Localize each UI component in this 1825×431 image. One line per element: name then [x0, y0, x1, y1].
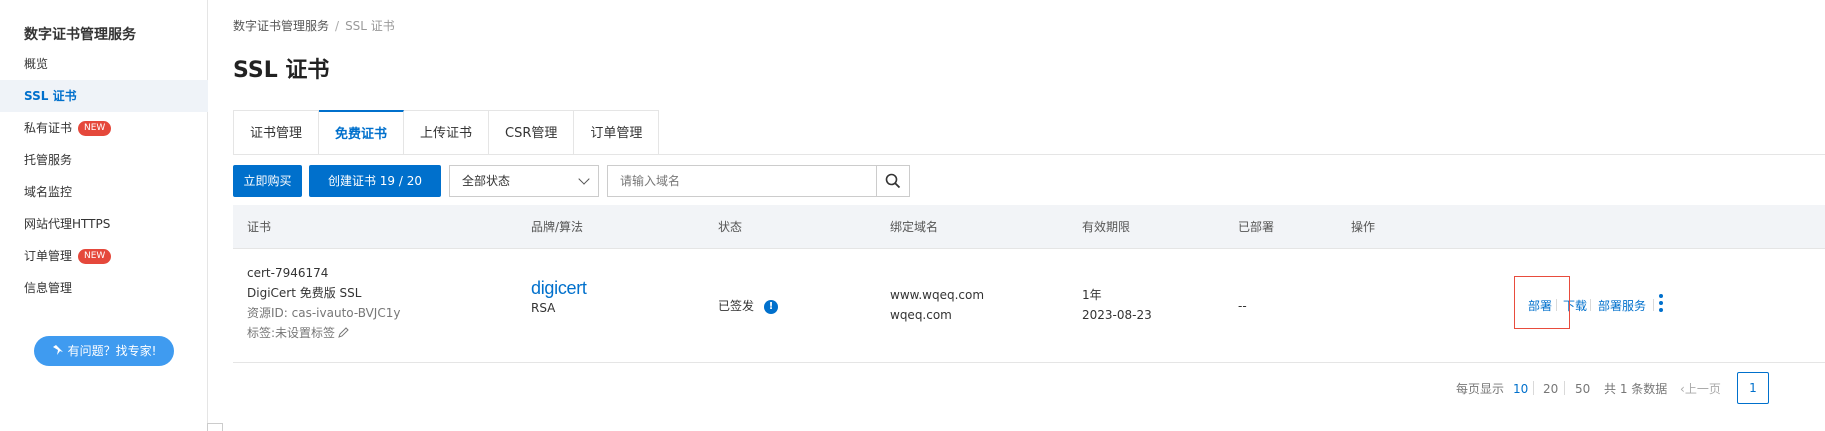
- ask-expert-label: 有问题？找专家!: [67, 344, 157, 358]
- sidebar-item-label: 私有证书: [24, 121, 73, 135]
- brand-name: digicert: [531, 278, 587, 298]
- column-header: 品牌/算法: [531, 220, 584, 234]
- pencil-icon[interactable]: [338, 327, 349, 338]
- tab-csr-management[interactable]: CSR管理: [489, 110, 575, 155]
- status-select[interactable]: 全部状态: [449, 165, 599, 197]
- page-size-option[interactable]: 50: [1575, 382, 1590, 396]
- tab-free-cert[interactable]: 免费证书: [319, 110, 405, 155]
- sidebar: 数字证书管理服务 概览 SSL 证书 私有证书 NEW 托管服务 域名监控 网站代…: [0, 0, 208, 431]
- sidebar-item-label: 托管服务: [24, 153, 73, 167]
- column-header: 状态: [718, 220, 743, 234]
- algorithm: RSA: [531, 301, 556, 315]
- resource-id: 资源ID: cas-ivauto-BVJC1y: [247, 306, 401, 320]
- hand-icon: [52, 345, 63, 355]
- more-vertical-icon[interactable]: [1659, 294, 1663, 314]
- tab-bar: 证书管理 免费证书 上传证书 CSR管理 订单管理: [233, 110, 660, 155]
- sidebar-item-overview[interactable]: 概览: [0, 48, 208, 80]
- sidebar-item-info-management[interactable]: 信息管理: [0, 272, 208, 304]
- action-divider: [1590, 299, 1591, 311]
- buy-now-button[interactable]: 立即购买: [233, 165, 302, 197]
- sidebar-item-orders[interactable]: 订单管理 NEW: [0, 240, 208, 272]
- search-icon: [885, 173, 901, 189]
- column-header: 操作: [1351, 220, 1376, 234]
- cert-name: DigiCert 免费版 SSL: [247, 286, 362, 300]
- page-size-option[interactable]: 10: [1513, 382, 1528, 396]
- action-divider: [1653, 299, 1654, 311]
- prev-page-button[interactable]: ‹上一页: [1680, 380, 1721, 397]
- sidebar-item-ssl-cert[interactable]: SSL 证书: [0, 80, 208, 112]
- tab-divider: [233, 154, 1825, 155]
- digicert-logo: digicert: [531, 278, 587, 298]
- create-cert-button[interactable]: 创建证书 19 / 20: [309, 165, 441, 197]
- deployed-cell: --: [1238, 299, 1247, 313]
- new-badge: NEW: [78, 249, 112, 264]
- sidebar-item-label: 概览: [24, 57, 49, 71]
- breadcrumb-current: SSL 证书: [345, 19, 395, 33]
- cert-cell: cert-7946174 DigiCert 免费版 SSL 资源ID: cas-…: [247, 263, 400, 343]
- validity-cell: 1年 2023-08-23: [1082, 285, 1152, 325]
- total-count: 共 1 条数据: [1604, 382, 1668, 396]
- ask-expert-button[interactable]: 有问题？找专家!: [34, 336, 174, 366]
- tags-label: 标签:未设置标签: [247, 326, 336, 340]
- expiry-date: 2023-08-23: [1082, 308, 1152, 322]
- prev-page-label: 上一页: [1684, 382, 1721, 396]
- column-header: 证书: [247, 220, 272, 234]
- status-text: 已签发: [718, 299, 755, 313]
- tab-order-management[interactable]: 订单管理: [574, 110, 660, 155]
- breadcrumb-root[interactable]: 数字证书管理服务: [233, 19, 329, 33]
- column-header: 绑定域名: [890, 220, 939, 234]
- chevron-down-icon: [578, 173, 590, 185]
- sidebar-item-label: SSL 证书: [24, 89, 77, 103]
- status-cell: 已签发!: [718, 296, 779, 316]
- breadcrumb: 数字证书管理服务 / SSL 证书: [233, 17, 395, 34]
- sidebar-item-label: 信息管理: [24, 281, 73, 295]
- cert-id: cert-7946174: [247, 266, 329, 280]
- sidebar-title: 数字证书管理服务: [24, 27, 136, 43]
- sidebar-item-label: 网站代理HTTPS: [24, 217, 111, 231]
- domains-cell: www.wqeq.com wqeq.com: [890, 285, 984, 325]
- sidebar-item-managed-service[interactable]: 托管服务: [0, 144, 208, 176]
- tag-editor[interactable]: 标签:未设置标签: [247, 323, 400, 343]
- column-header: 有效期限: [1082, 220, 1131, 234]
- pager-divider: [1564, 381, 1565, 395]
- sidebar-item-domain-monitor[interactable]: 域名监控: [0, 176, 208, 208]
- tab-cert-management[interactable]: 证书管理: [233, 110, 320, 155]
- main-content: 数字证书管理服务 / SSL 证书 SSL 证书 证书管理 免费证书 上传证书 CS…: [209, 0, 1825, 431]
- domain-search-input[interactable]: [607, 165, 877, 197]
- brand-cell: digicert RSA: [531, 278, 587, 318]
- sidebar-item-private-cert[interactable]: 私有证书 NEW: [0, 112, 208, 144]
- sidebar-item-proxy-https[interactable]: 网站代理HTTPS: [0, 208, 208, 240]
- new-badge: NEW: [78, 121, 112, 136]
- deploy-highlight-box: [1514, 276, 1570, 329]
- page-size-option[interactable]: 20: [1543, 382, 1558, 396]
- breadcrumb-separator: /: [335, 19, 340, 33]
- bound-domain: www.wqeq.com: [890, 288, 985, 302]
- info-icon[interactable]: !: [764, 299, 779, 314]
- deploy-service-link[interactable]: 部署服务: [1598, 297, 1646, 314]
- page-title: SSL 证书: [233, 58, 330, 83]
- pager-divider: [1533, 381, 1534, 395]
- bound-domain: wqeq.com: [890, 308, 952, 322]
- page-number-current[interactable]: 1: [1737, 372, 1769, 404]
- status-select-value: 全部状态: [462, 174, 511, 188]
- per-page-label: 每页显示: [1456, 382, 1505, 396]
- column-header: 已部署: [1238, 220, 1275, 234]
- validity-period: 1年: [1082, 288, 1102, 302]
- table-header: 证书 品牌/算法 状态 绑定域名 有效期限 已部署 操作: [233, 205, 1825, 249]
- tab-upload-cert[interactable]: 上传证书: [404, 110, 490, 155]
- sidebar-item-label: 域名监控: [24, 185, 73, 199]
- sidebar-item-label: 订单管理: [24, 249, 73, 263]
- search-button[interactable]: [876, 165, 910, 197]
